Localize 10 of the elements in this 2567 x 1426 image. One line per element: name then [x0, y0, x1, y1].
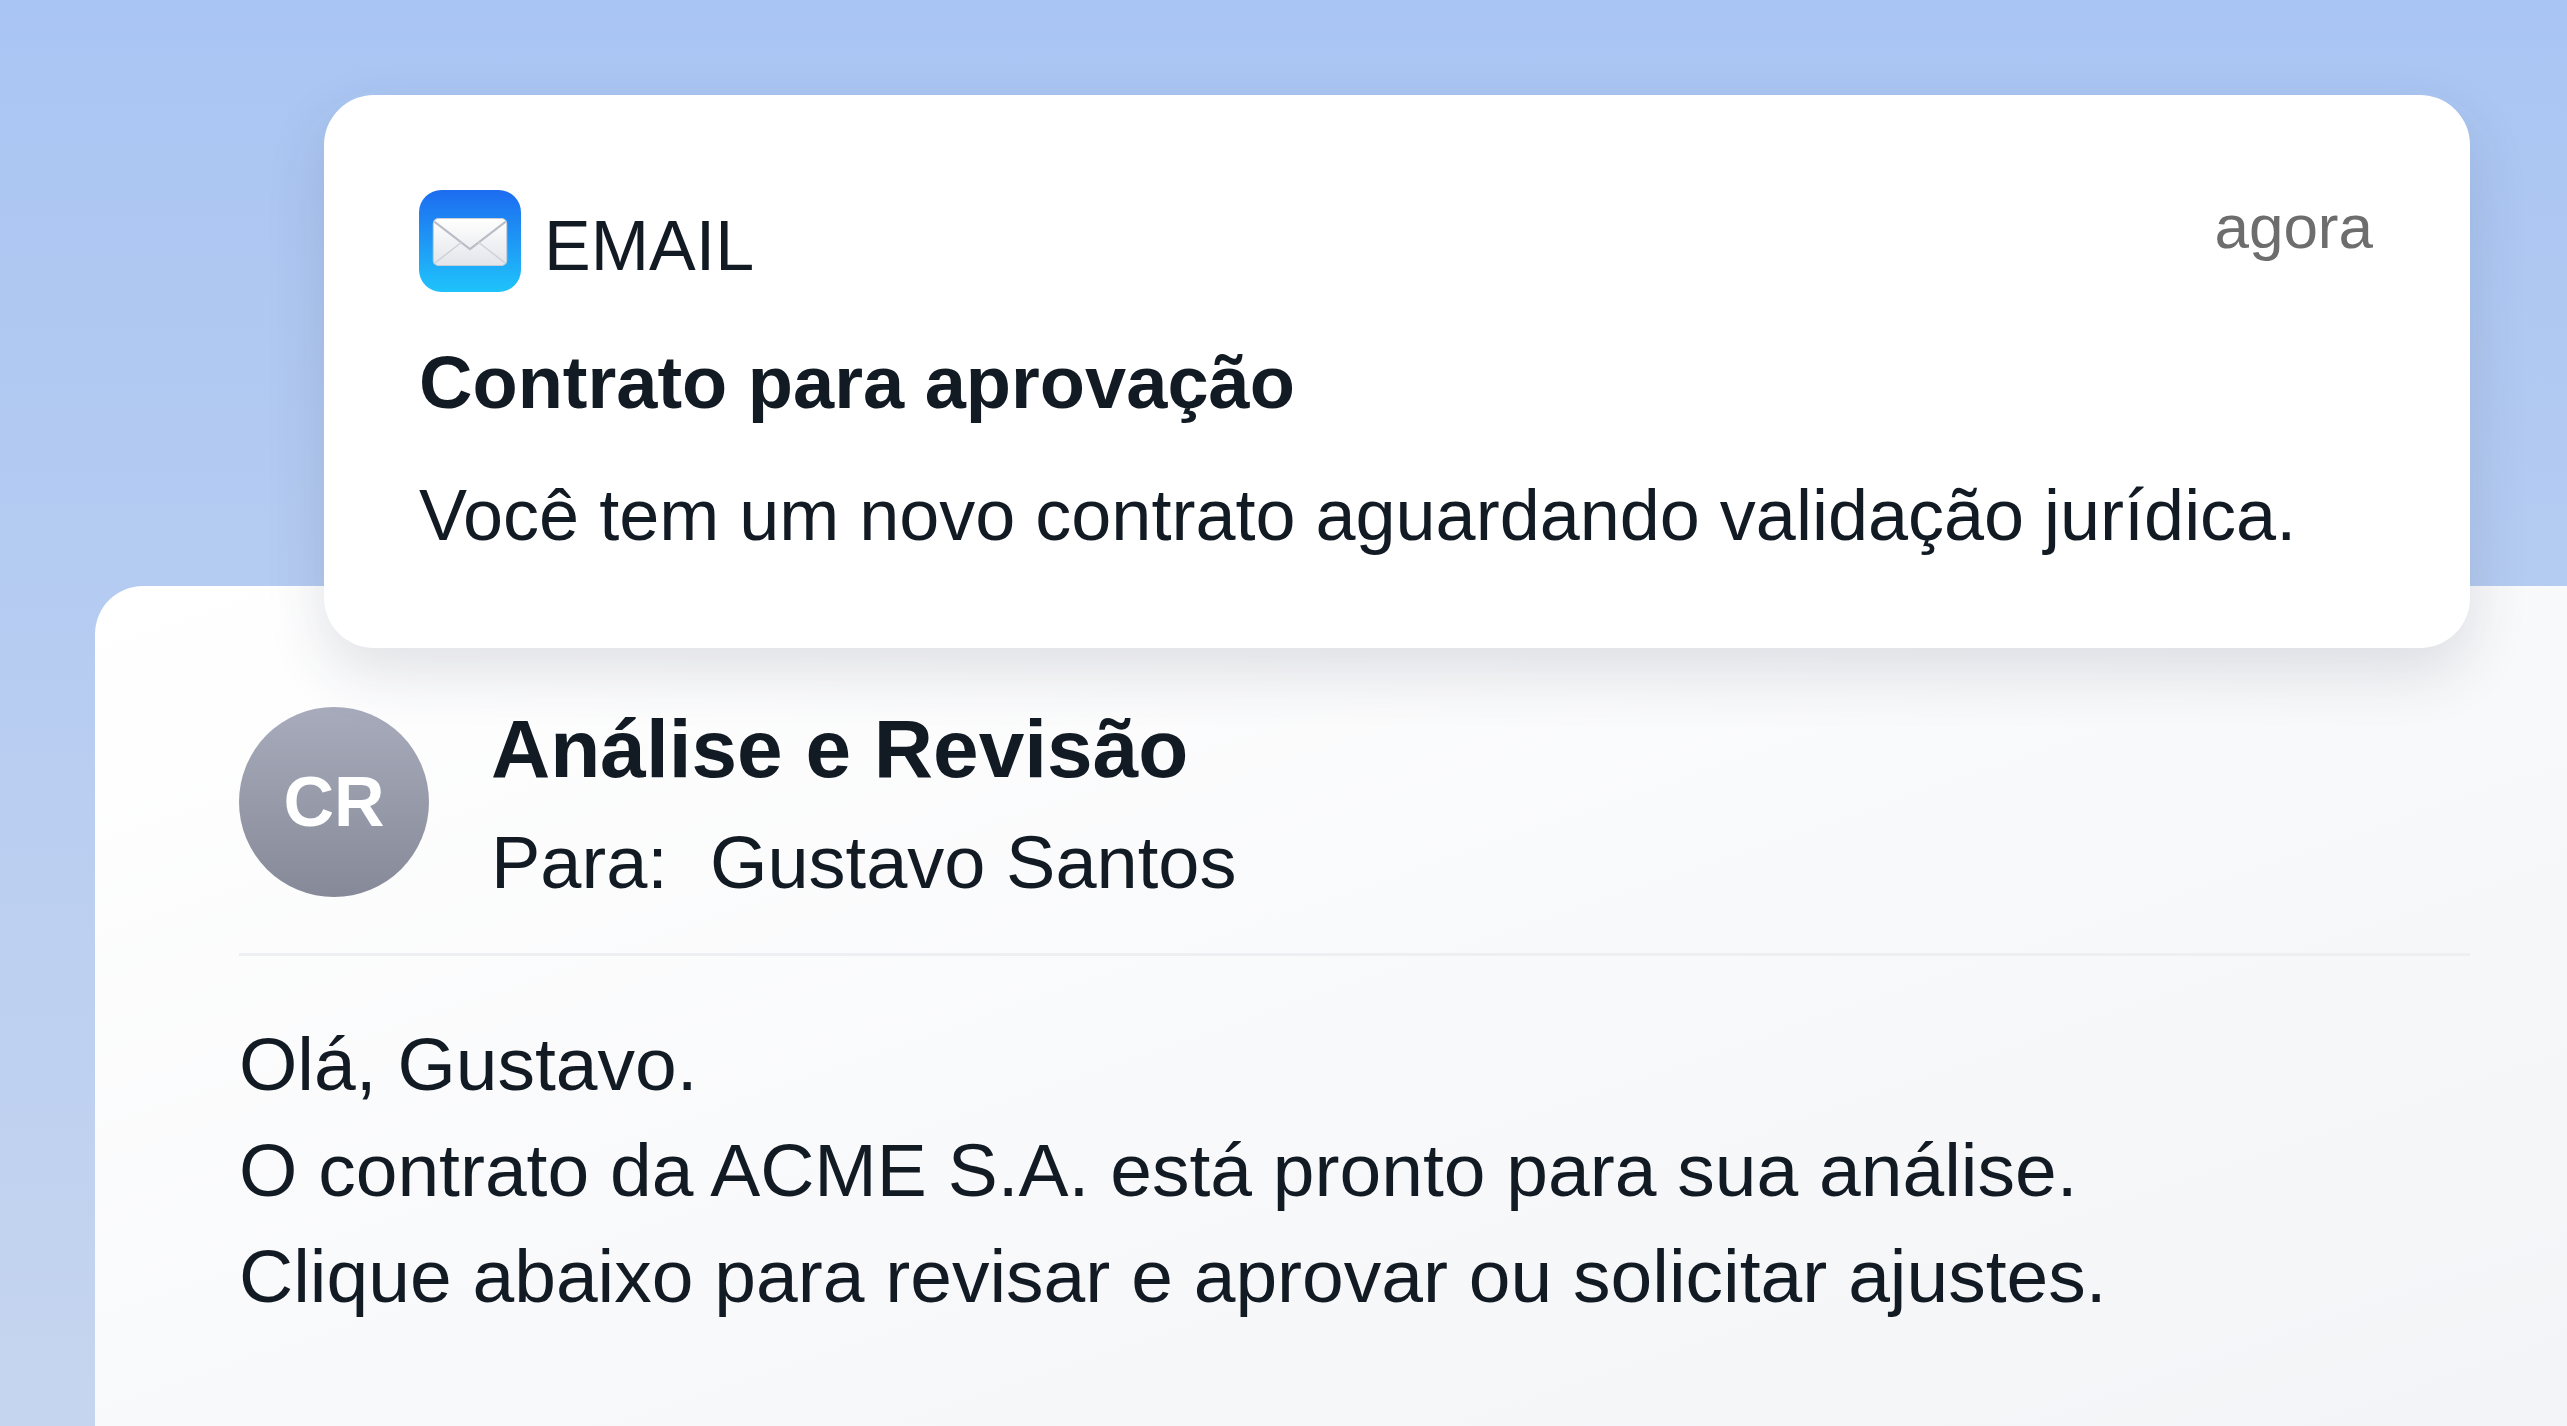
email-body-line: O contrato da ACME S.A. está pronto para sua análise. — [239, 1127, 2079, 1214]
email-subject: Análise e Revisão — [491, 708, 1190, 790]
recipient-name: Gustavo Santos — [709, 826, 1237, 900]
notification-card[interactable]: EMAIL agora Contrato para aprovação Você tem um novo contrato aguardando validação jurídica. — [324, 95, 2470, 648]
app-name: EMAIL — [544, 211, 755, 281]
envelope-icon — [419, 190, 521, 292]
email-body-line: Clique abaixo para revisar e aprovar ou solicitar ajustes. — [239, 1233, 2108, 1320]
email-body-line: Olá, Gustavo. — [239, 1021, 699, 1108]
to-label: Para: — [491, 826, 668, 900]
avatar: CR — [239, 707, 429, 897]
